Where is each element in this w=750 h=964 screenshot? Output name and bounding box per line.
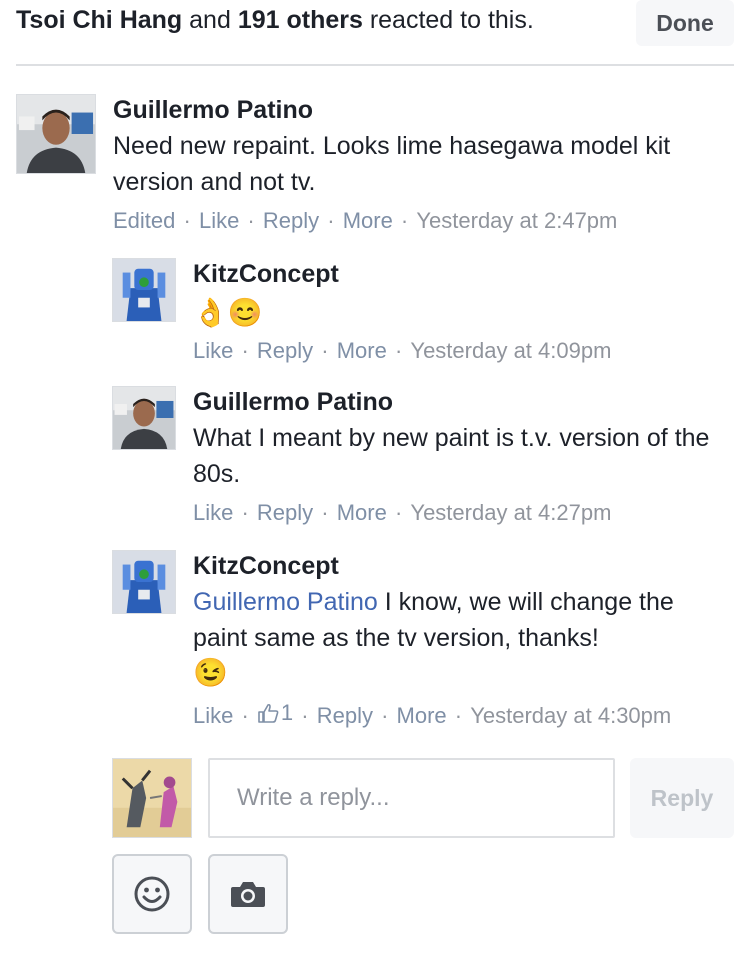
comment-actions: Edited · Like · Reply · More · Yesterday… [113,208,618,233]
like-link[interactable]: Like [193,338,233,363]
done-button[interactable]: Done [636,0,734,46]
comment-emojis: 😉 [193,657,228,688]
more-link[interactable]: More [397,703,447,728]
comment-timestamp[interactable]: Yesterday at 4:27pm [410,500,611,525]
avatar[interactable] [16,94,96,174]
reply-link[interactable]: Reply [257,500,313,525]
comment-timestamp[interactable]: Yesterday at 4:09pm [410,338,611,363]
comment-text: What I meant by new paint is t.v. versio… [193,424,710,488]
reply-button[interactable]: Reply [630,758,734,838]
like-count-value: 1 [280,700,294,725]
like-count[interactable]: 1 [257,698,293,728]
composer-avatar [112,758,192,838]
reply-input[interactable]: Write a reply... [208,758,615,838]
comment-text: Guillermo Patino I know, we will change … [193,584,733,656]
reply-link[interactable]: Reply [317,703,373,728]
reactions-header: Tsoi Chi Hang and 191 others reacted to … [0,0,750,52]
comment-author[interactable]: KitzConcept [193,258,733,290]
comment-actions: Like · Reply · More · Yesterday at 4:09p… [193,338,612,363]
reactions-tail: reacted to this. [362,6,534,34]
reply-link[interactable]: Reply [257,338,313,363]
reactions-summary[interactable]: Tsoi Chi Hang and 191 others reacted to … [16,4,534,36]
avatar[interactable] [112,258,176,322]
like-link[interactable]: Like [199,208,239,233]
reactor-name: Tsoi Chi Hang [16,6,183,34]
reply-link[interactable]: Reply [263,208,319,233]
mention-link[interactable]: Guillermo Patino [193,588,378,616]
thumbs-up-icon [258,703,279,723]
header-divider [16,64,734,66]
comment-actions: Like · 1 · Reply · More · Yesterday at 4… [193,698,672,728]
comment-author[interactable]: Guillermo Patino [193,386,733,418]
comment-timestamp[interactable]: Yesterday at 4:30pm [470,703,671,728]
like-link[interactable]: Like [193,703,233,728]
edited-label[interactable]: Edited [113,208,175,233]
avatar[interactable] [112,550,176,614]
comment-author[interactable]: KitzConcept [193,550,733,582]
comment-author[interactable]: Guillermo Patino [113,94,733,126]
more-link[interactable]: More [337,500,387,525]
like-link[interactable]: Like [193,500,233,525]
comment-text: Need new repaint. Looks lime hasegawa mo… [113,132,671,196]
avatar[interactable] [112,386,176,450]
emoji-button[interactable] [112,854,192,934]
more-link[interactable]: More [343,208,393,233]
smiley-icon [134,876,170,912]
camera-icon [231,882,265,907]
more-link[interactable]: More [337,338,387,363]
comment-timestamp[interactable]: Yesterday at 2:47pm [416,208,617,233]
comment-emojis: 👌😊 [193,297,263,328]
reactions-and: and [182,6,238,34]
camera-button[interactable] [208,854,288,934]
comment-actions: Like · Reply · More · Yesterday at 4:27p… [193,500,612,525]
reactors-count: 191 others [237,6,363,34]
